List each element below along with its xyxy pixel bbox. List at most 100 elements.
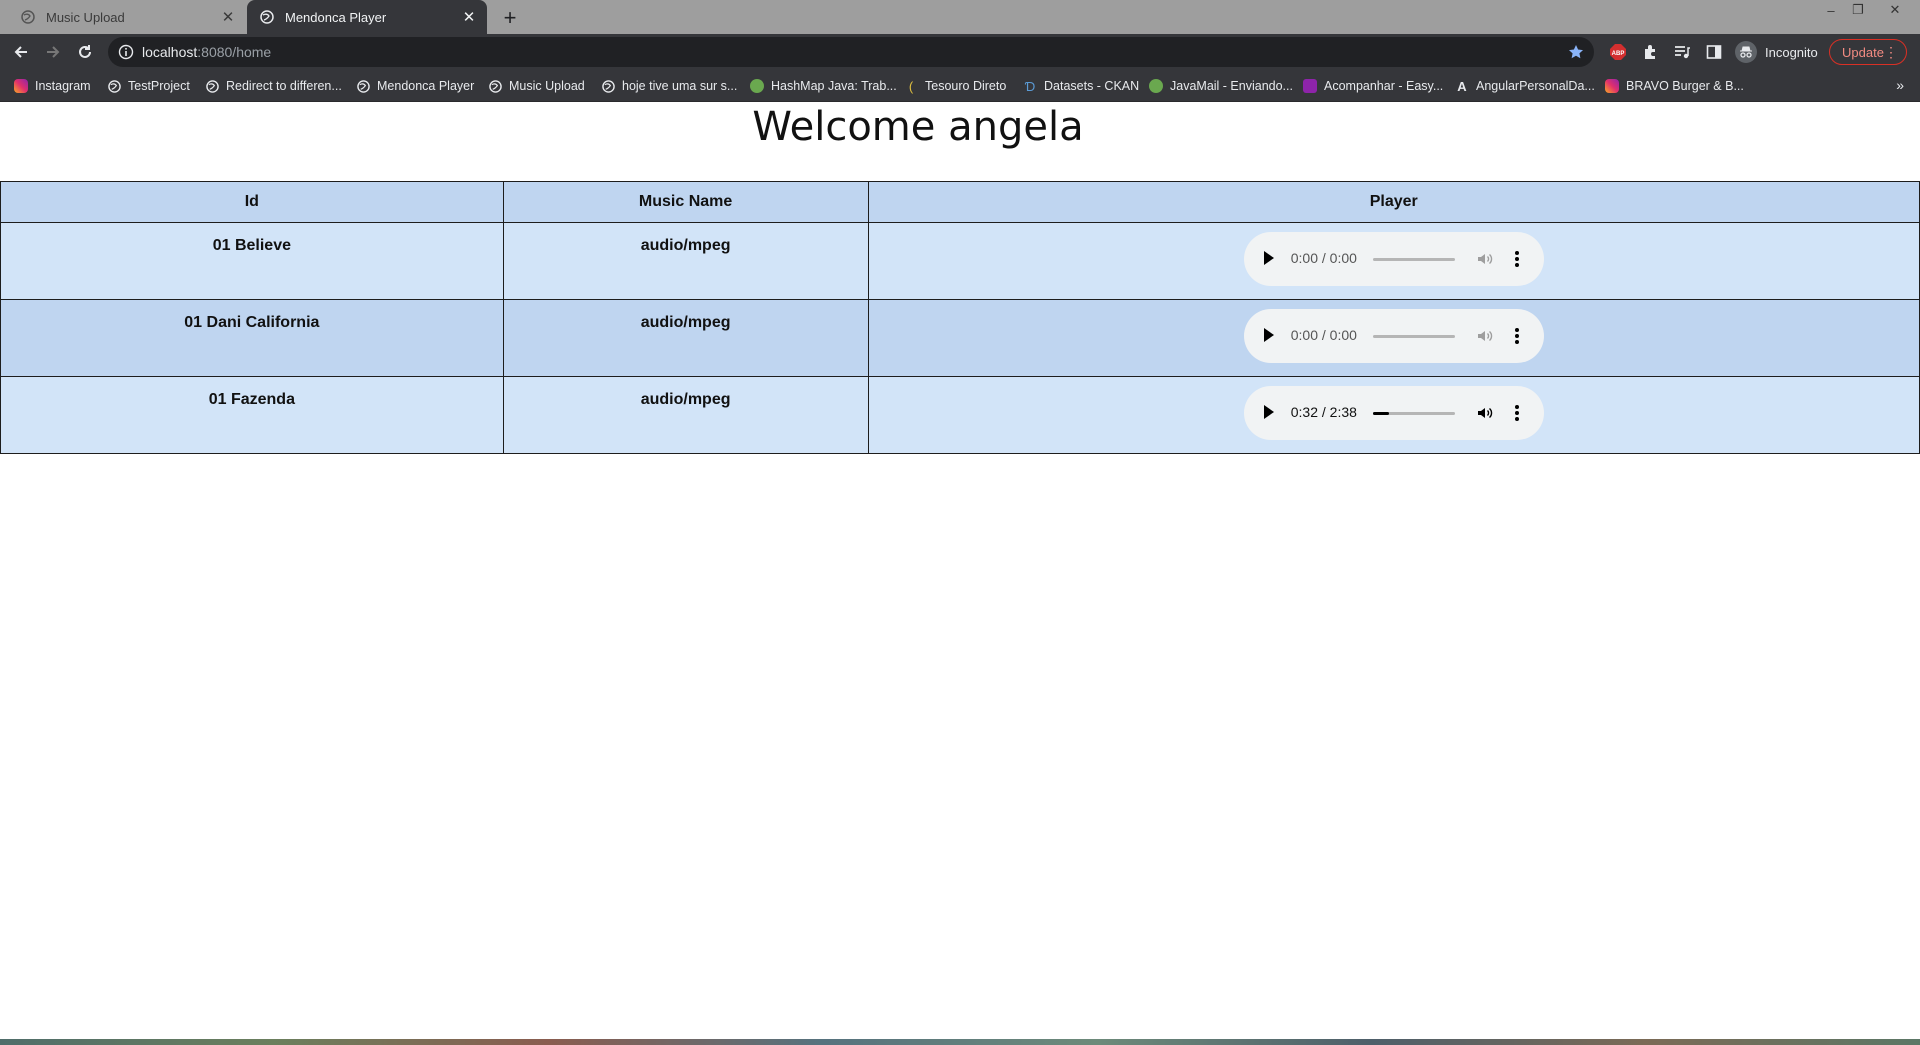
bookmark-item[interactable]: TestProject [107,77,190,95]
bookmark-label: AngularPersonalDa... [1476,79,1595,93]
seek-slider[interactable] [1372,334,1455,338]
music-name-cell: audio/mpeg [502,222,869,300]
tab-title: Music Upload [46,9,125,25]
address-path: :8080/home [197,44,272,60]
incognito-indicator[interactable]: Incognito [1735,38,1818,66]
bookmark-item[interactable]: Acompanhar - Easy... [1303,77,1443,95]
play-icon[interactable] [1263,250,1274,265]
table-row: 01 Believe audio/mpeg 0:00 / 0:00 [0,222,1920,300]
music-name-cell: audio/mpeg [502,376,869,454]
column-header-music-name: Music Name [502,181,869,223]
back-icon[interactable] [9,40,33,64]
player-cell: 0:32 / 2:38 [867,376,1920,454]
seek-slider[interactable] [1372,257,1455,261]
reload-icon[interactable] [73,40,97,64]
bookmark-item[interactable]: Instagram [14,77,91,95]
close-window-icon[interactable]: ✕ [1882,0,1908,20]
bookmarks-bar: Instagram TestProject Redirect to differ… [0,70,1920,102]
instagram-icon [14,79,28,93]
bookmark-label: BRAVO Burger & B... [1626,79,1744,93]
update-button[interactable]: Update ⋮ [1829,39,1907,65]
instagram-icon [1605,79,1619,93]
globe-icon [107,79,121,93]
bookmark-label: Music Upload [509,79,585,93]
tab-music-upload[interactable]: Music Upload ✕ [8,0,246,34]
media-controls-icon[interactable] [1672,42,1692,62]
easy-icon [1303,79,1317,93]
globe-icon [356,79,370,93]
bookmark-item[interactable]: HashMap Java: Trab... [750,77,897,95]
info-icon[interactable] [118,44,134,60]
close-tab-icon[interactable]: ✕ [459,7,479,27]
more-bookmarks-icon[interactable]: » [1896,77,1904,93]
player-cell: 0:00 / 0:00 [867,222,1920,300]
kebab-menu-icon[interactable]: ⋮ [1884,44,1898,61]
audio-player[interactable]: 0:00 / 0:00 [1243,308,1544,363]
bookmark-item[interactable]: JavaMail - Enviando... [1149,77,1293,95]
bookmark-label: Datasets - CKAN [1044,79,1140,93]
time-display: 0:00 / 0:00 [1290,249,1357,266]
tab-title: Mendonca Player [285,9,387,25]
bookmark-label: Mendonca Player [377,79,475,93]
time-display: 0:32 / 2:38 [1290,403,1357,420]
more-options-icon[interactable] [1514,249,1520,269]
bookmark-label: Redirect to differen... [226,79,342,93]
bookmark-item[interactable]: Redirect to differen... [205,77,342,95]
globe-icon [20,9,36,25]
more-options-icon[interactable] [1514,403,1520,423]
bookmark-label: JavaMail - Enviando... [1170,79,1293,93]
volume-icon[interactable] [1477,251,1493,267]
bookmark-label: hoje tive uma sur s... [622,79,738,93]
svg-text:ABP: ABP [1612,51,1625,57]
extensions-icon[interactable] [1640,42,1660,62]
bookmark-item[interactable]: Mendonca Player [356,77,474,95]
green-globe-icon [1149,79,1163,93]
table-row: 01 Dani California audio/mpeg 0:00 / 0:0… [0,299,1920,377]
ckan-icon: Ɗ [1024,78,1036,94]
play-icon[interactable] [1263,327,1274,342]
green-globe-icon [750,79,764,93]
bookmark-item[interactable]: A AngularPersonalDa... [1455,77,1595,95]
music-table: Id Music Name Player 01 Believe audio/mp… [0,181,1920,454]
bookmark-item[interactable]: ( Tesouro Direto [904,77,1006,95]
bookmark-label: HashMap Java: Trab... [771,79,897,93]
minimize-icon[interactable]: – [1818,0,1844,20]
address-host: localhost [142,44,198,60]
globe-icon [488,79,502,93]
music-id-cell: 01 Dani California [0,299,504,377]
tesouro-icon: ( [908,78,914,94]
music-name-cell: audio/mpeg [502,299,869,377]
tab-strip: Music Upload ✕ Mendonca Player ✕ + – ❐ ✕ [0,0,1920,34]
seek-slider[interactable] [1372,411,1455,415]
tab-mendonca-player[interactable]: Mendonca Player ✕ [247,0,487,34]
audio-player[interactable]: 0:32 / 2:38 [1243,385,1544,440]
side-panel-icon[interactable] [1704,42,1724,62]
page-content: Welcome angela Id Music Name Player 01 B… [0,102,1920,1039]
more-options-icon[interactable] [1514,326,1520,346]
play-icon[interactable] [1263,404,1274,419]
close-tab-icon[interactable]: ✕ [218,7,238,27]
forward-icon[interactable] [41,40,65,64]
bookmark-item[interactable]: Ɗ Datasets - CKAN [1023,77,1139,95]
incognito-icon [1735,41,1757,63]
audio-player[interactable]: 0:00 / 0:00 [1243,231,1544,286]
globe-icon [205,79,219,93]
bookmark-star-icon[interactable] [1568,44,1584,60]
seek-progress [1372,411,1390,415]
bookmark-item[interactable]: hoje tive uma sur s... [601,77,737,95]
player-cell: 0:00 / 0:00 [867,299,1920,377]
bookmark-label: Acompanhar - Easy... [1324,79,1444,93]
bookmark-item[interactable]: BRAVO Burger & B... [1605,77,1744,95]
globe-icon [601,79,615,93]
restore-icon[interactable]: ❐ [1845,0,1871,20]
new-tab-button[interactable]: + [497,5,523,31]
angular-icon: A [1457,78,1467,94]
volume-icon[interactable] [1477,328,1493,344]
time-display: 0:00 / 0:00 [1290,326,1357,343]
address-bar[interactable]: localhost:8080/home [108,37,1594,67]
adblock-icon[interactable]: ABP [1608,42,1628,62]
volume-icon[interactable] [1477,405,1493,421]
bookmark-label: Tesouro Direto [925,79,1007,93]
page-title: Welcome angela [752,104,1084,150]
bookmark-item[interactable]: Music Upload [488,77,585,95]
